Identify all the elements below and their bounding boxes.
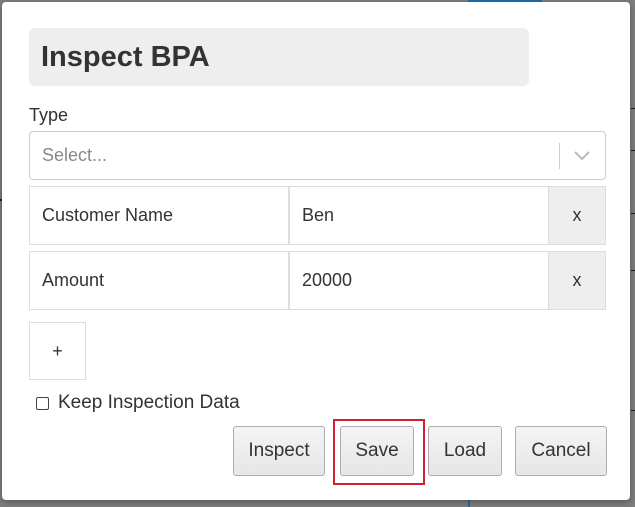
field-key[interactable]: Amount (29, 251, 289, 310)
field-row-amount: Amount 20000 x (29, 251, 606, 310)
keep-inspection-label[interactable]: Keep Inspection Data (58, 392, 240, 414)
field-row-customer-name: Customer Name Ben x (29, 186, 606, 245)
cancel-button[interactable]: Cancel (515, 426, 607, 476)
remove-field-button[interactable]: x (548, 251, 606, 310)
field-value[interactable]: Ben (289, 186, 549, 245)
checkbox-unchecked-icon[interactable] (36, 396, 49, 410)
save-button-highlight (333, 419, 425, 485)
background-tick (631, 410, 635, 411)
background-tick (631, 270, 635, 271)
chevron-down-icon[interactable] (571, 144, 593, 166)
type-select-placeholder: Select... (42, 145, 108, 165)
remove-field-button[interactable]: x (548, 186, 606, 245)
field-key[interactable]: Customer Name (29, 186, 289, 245)
inspect-button[interactable]: Inspect (233, 426, 325, 476)
keep-inspection-checkbox[interactable]: Keep Inspection Data (36, 392, 240, 414)
select-separator (559, 143, 560, 169)
inspect-dialog: Inspect BPA Type Select... Customer Name… (2, 2, 630, 500)
type-label: Type (29, 105, 69, 125)
background-tick (631, 108, 635, 109)
type-select[interactable]: Select... (29, 131, 606, 180)
background-tick (631, 213, 635, 214)
dialog-header: Inspect BPA (29, 28, 529, 86)
load-button[interactable]: Load (428, 426, 502, 476)
field-value[interactable]: 20000 (289, 251, 549, 310)
dialog-title: Inspect BPA (41, 40, 210, 73)
background-tick (631, 150, 635, 151)
add-field-button[interactable]: + (29, 322, 86, 380)
